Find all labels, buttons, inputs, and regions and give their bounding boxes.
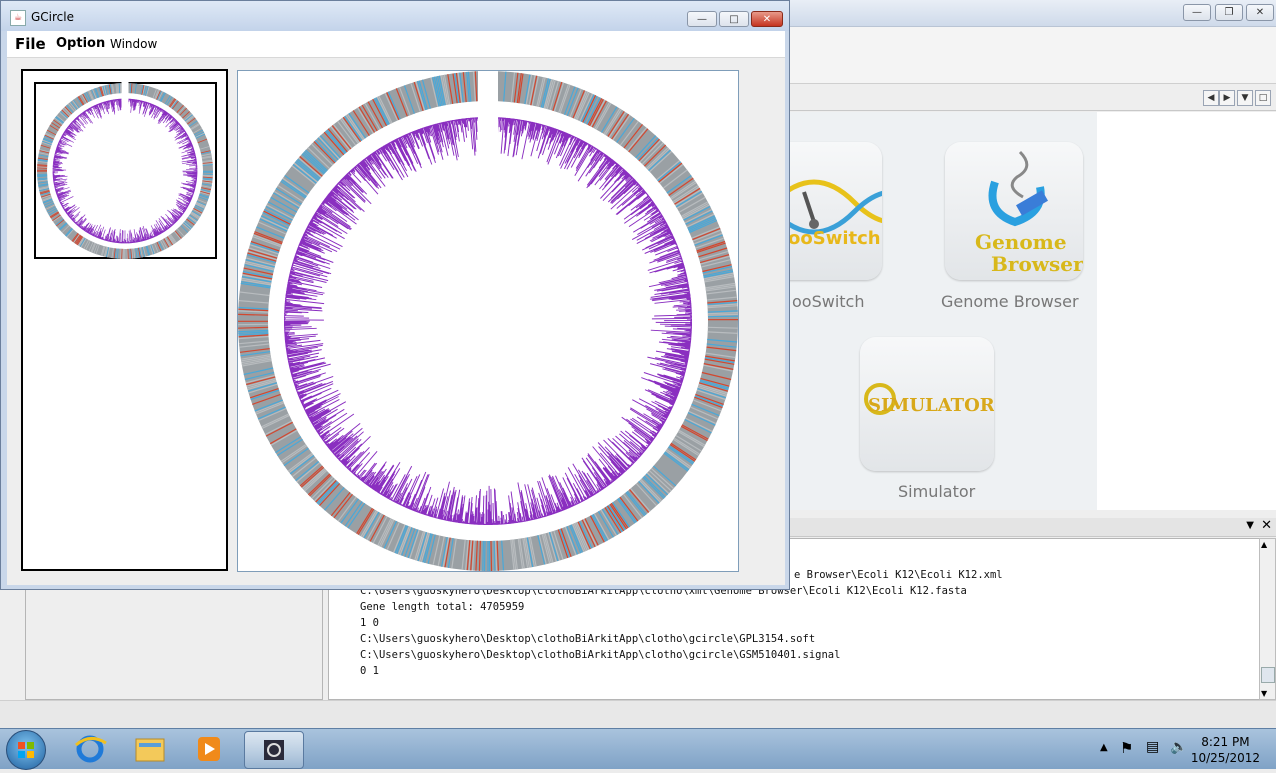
close-button[interactable]: ✕ <box>751 11 783 27</box>
bg-close-button[interactable]: ✕ <box>1246 4 1274 21</box>
internet-explorer-taskbar-button[interactable] <box>62 731 118 767</box>
simulator-app-tile[interactable]: SIMULATOR <box>860 337 994 471</box>
scroll-thumb[interactable] <box>1261 667 1275 683</box>
genome-browser-app-label[interactable]: Genome Browser <box>941 292 1079 311</box>
tab-list-icon[interactable]: ▼ <box>1237 90 1253 106</box>
console-close-icon[interactable]: ✕ <box>1261 518 1272 533</box>
scroll-down-icon[interactable]: ▼ <box>1261 689 1267 698</box>
simulator-app-label[interactable]: Simulator <box>898 482 975 501</box>
genome-circle-thumbnail <box>34 81 217 260</box>
java-app-icon <box>264 740 284 760</box>
ooswitch-logo-text: ooSwitch <box>788 228 881 249</box>
console-header: ▼ ✕ <box>790 518 1276 537</box>
bg-minimize-button[interactable]: — <box>1183 4 1211 21</box>
explorer-taskbar-button[interactable] <box>122 731 178 767</box>
app-launcher-grid: ooSwitch ooSwitch Genome Browser Genome … <box>744 112 1097 510</box>
menu-window[interactable]: Window <box>110 37 157 51</box>
java-icon: ☕ <box>10 10 26 26</box>
console-line: 0 1 <box>360 665 379 677</box>
bg-left-panel <box>25 588 323 700</box>
internet-explorer-icon <box>75 735 107 763</box>
genome-circle-panel[interactable] <box>237 69 739 572</box>
gcircle-taskbar-button[interactable] <box>244 731 304 769</box>
clock-date: 10/25/2012 <box>1190 751 1260 765</box>
folder-icon <box>135 738 165 762</box>
action-center-flag-icon[interactable]: ⚑ <box>1120 739 1133 757</box>
gcircle-content <box>7 58 785 585</box>
maximize-view-icon[interactable]: □ <box>1255 90 1271 106</box>
console-line: e Browser\Ecoli K12\Ecoli K12.xml <box>794 569 1003 581</box>
genome-browser-app-tile[interactable]: Genome Browser <box>945 142 1083 280</box>
bg-status-bar <box>0 700 1276 729</box>
maximize-button[interactable]: □ <box>719 11 749 27</box>
start-button[interactable] <box>6 730 46 770</box>
app-launcher-empty-area <box>1097 112 1276 510</box>
scroll-up-icon[interactable]: ▲ <box>1261 540 1267 549</box>
tab-scroll-left-icon[interactable]: ◀ <box>1203 90 1219 106</box>
tab-scroll-right-icon[interactable]: ▶ <box>1219 90 1235 106</box>
gcircle-window: ☕ GCircle — □ ✕ File Option Window <box>0 0 790 590</box>
media-player-icon <box>198 737 220 761</box>
overview-panel[interactable] <box>21 69 228 571</box>
console-line: 1 0 <box>360 617 379 629</box>
gcircle-titlebar[interactable]: ☕ GCircle — □ ✕ <box>1 1 789 31</box>
show-hidden-icons[interactable]: ▲ <box>1100 742 1108 753</box>
gcircle-menubar: File Option Window <box>7 31 785 58</box>
gcircle-title: GCircle <box>31 10 74 24</box>
media-player-taskbar-button[interactable] <box>182 731 238 767</box>
console-menu-icon[interactable]: ▼ <box>1246 520 1254 531</box>
simulator-logo-text: SIMULATOR <box>868 395 994 416</box>
bg-restore-button[interactable]: ❐ <box>1215 4 1243 21</box>
windows-logo-icon <box>18 742 34 758</box>
genome-circle-plot <box>237 69 739 572</box>
console-line: C:\Users\guoskyhero\Desktop\clothoBiArki… <box>360 649 841 661</box>
system-clock[interactable]: 8:21 PM 10/25/2012 <box>1191 734 1260 766</box>
menu-option[interactable]: Option <box>56 36 105 51</box>
bg-tab-strip: ◀ ▶ ▼ □ <box>790 88 1276 111</box>
console-line: C:\Users\guoskyhero\Desktop\clothoBiArki… <box>360 633 816 645</box>
minimize-button[interactable]: — <box>687 11 717 27</box>
genome-logo-line1: Genome <box>975 230 1067 254</box>
taskbar: ▲ ⚑ ▤ 🔈 8:21 PM 10/25/2012 <box>0 728 1276 770</box>
menu-file[interactable]: File <box>15 35 46 53</box>
signal-track <box>283 117 693 526</box>
console-line: Gene length total: 4705959 <box>360 601 525 613</box>
volume-icon[interactable]: 🔈 <box>1170 739 1187 755</box>
console-scrollbar[interactable]: ▲ ▼ <box>1259 538 1276 700</box>
network-icon[interactable]: ▤ <box>1146 739 1159 755</box>
clock-time: 8:21 PM <box>1201 735 1250 749</box>
ooswitch-app-label[interactable]: ooSwitch <box>792 292 864 311</box>
genome-logo-line2: Browser <box>991 252 1083 276</box>
